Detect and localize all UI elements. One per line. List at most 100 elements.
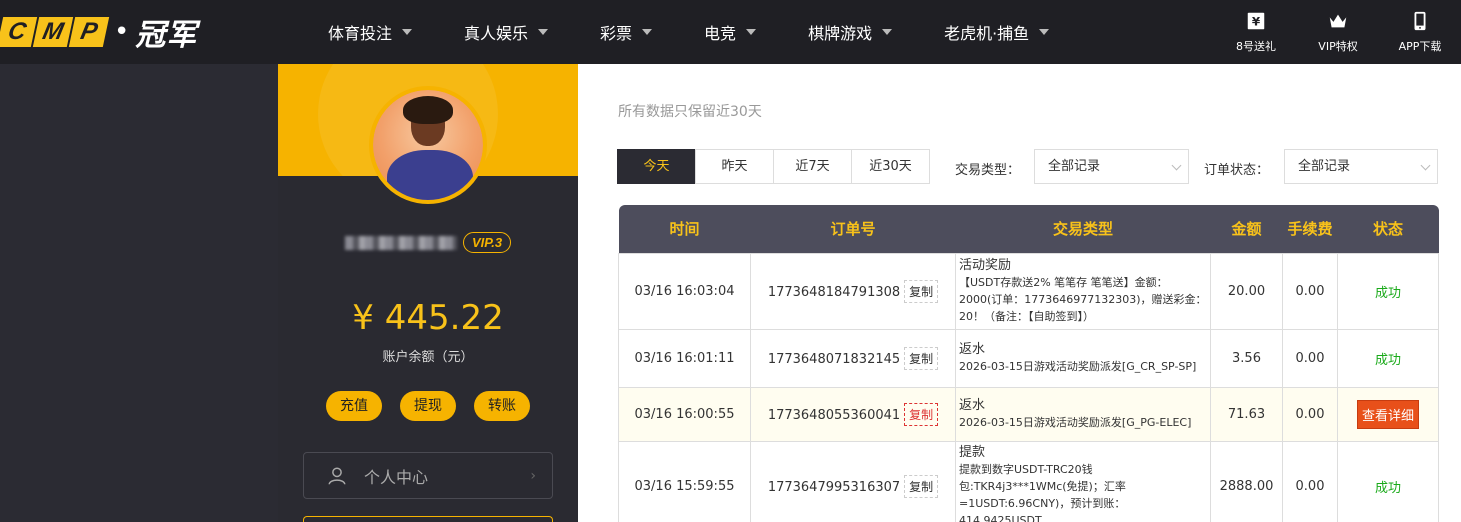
- cell-type: 提款 提款到数字USDT-TRC20钱包:TKR4j3***1WMc(免提)；汇率…: [955, 440, 1211, 522]
- chevron-down-icon: [642, 29, 653, 35]
- status-success: 成功: [1374, 352, 1401, 368]
- col-amount: 金额: [1210, 205, 1283, 253]
- cell-amount: 3.56: [1210, 328, 1283, 388]
- copy-button[interactable]: 复制: [904, 346, 939, 370]
- status-select-value: 全部记录: [1298, 159, 1351, 174]
- menu-personal-center[interactable]: 个人中心 ›: [303, 452, 553, 499]
- logo-letters: C M P: [0, 17, 110, 47]
- type-title: 提款: [959, 444, 986, 460]
- cell-status: 成功: [1337, 328, 1439, 388]
- tab-yesterday[interactable]: 昨天: [695, 149, 774, 184]
- nav-live-casino[interactable]: 真人娱乐: [464, 0, 549, 64]
- user-icon: [328, 466, 346, 485]
- status-select[interactable]: 全部记录: [1284, 149, 1438, 184]
- cell-order: 1773648055360041 复制: [750, 386, 956, 442]
- chevron-down-icon: [746, 29, 757, 35]
- transfer-button[interactable]: 转账: [474, 391, 530, 421]
- col-time: 时间: [618, 205, 751, 253]
- deposit-button[interactable]: 充值: [326, 391, 382, 421]
- crown-icon: [1329, 14, 1347, 28]
- vip-badge[interactable]: VIP.3: [462, 232, 512, 253]
- profile-panel: VIP.3 ¥ 445.22 账户余额（元） 充值 提现 转账 个人中心 ›: [278, 64, 578, 522]
- type-title: 返水: [959, 342, 986, 357]
- view-details-button[interactable]: 查看详细: [1356, 399, 1419, 429]
- col-fee: 手续费: [1282, 205, 1338, 253]
- type-filter-label: 交易类型：: [955, 163, 1021, 178]
- logo-dot: •: [114, 17, 130, 47]
- col-status: 状态: [1337, 205, 1439, 253]
- logo-brand: 冠军: [135, 18, 198, 53]
- balance-amount: ¥ 445.22: [352, 298, 504, 338]
- main-nav: 体育投注 真人娱乐 彩票 电竞 棋牌游戏 老虎机·捕鱼: [328, 0, 1101, 64]
- cell-fee: 0.00: [1282, 252, 1338, 330]
- cell-order: 1773647995316307 复制: [750, 440, 956, 522]
- avatar-image: [373, 90, 483, 200]
- menu-item-next[interactable]: [303, 516, 553, 522]
- table-header-row: 时间 订单号 交易类型 金额 手续费 状态: [618, 205, 1439, 253]
- order-number: 1773648071832145: [767, 351, 901, 367]
- table-row: 03/16 16:03:04 1773648184791308 复制 活动奖励 【U…: [618, 252, 1439, 330]
- left-background: [0, 64, 278, 522]
- chevron-right-icon: ›: [530, 467, 536, 484]
- cell-amount: 71.63: [1210, 386, 1283, 442]
- cell-fee: 0.00: [1282, 328, 1338, 388]
- nav-label: 棋牌游戏: [808, 24, 873, 43]
- cell-fee: 0.00: [1282, 440, 1338, 522]
- gift-label: 8号送礼: [1236, 40, 1276, 53]
- cell-time: 03/16 16:03:04: [618, 252, 751, 330]
- withdraw-button[interactable]: 提现: [400, 391, 456, 421]
- copy-button[interactable]: 复制: [904, 474, 939, 498]
- chevron-down-icon: [1420, 160, 1431, 171]
- avatar[interactable]: [369, 86, 487, 204]
- tab-today[interactable]: 今天: [617, 149, 696, 184]
- svg-text:¥: ¥: [1252, 15, 1261, 29]
- cell-time: 03/16 16:01:11: [618, 328, 751, 388]
- cell-order: 1773648071832145 复制: [750, 328, 956, 388]
- gift-link[interactable]: ¥ 8号送礼: [1215, 0, 1297, 64]
- avatar-part: [387, 150, 473, 200]
- nav-label: 老虎机·捕鱼: [944, 24, 1030, 43]
- copy-button[interactable]: 复制: [904, 279, 939, 303]
- table-row: 03/16 16:00:55 1773648055360041 复制 返水 2026…: [618, 386, 1439, 442]
- nav-label: 彩票: [600, 24, 633, 43]
- type-select[interactable]: 全部记录: [1034, 149, 1189, 184]
- cell-time: 03/16 15:59:55: [618, 440, 751, 522]
- header-actions: ¥ 8号送礼 VIP特权 APP下载: [1215, 0, 1461, 64]
- col-type: 交易类型: [955, 205, 1211, 253]
- cell-status: 成功: [1337, 440, 1439, 522]
- app-download-link[interactable]: APP下载: [1379, 0, 1461, 64]
- type-desc: 2026-03-15日游戏活动奖励派发[G_CR_SP-SP]: [959, 360, 1197, 373]
- chevron-down-icon: [402, 29, 413, 35]
- nav-sports[interactable]: 体育投注: [328, 0, 413, 64]
- balance-label: 账户余额（元）: [382, 350, 474, 365]
- chevron-down-icon: [1039, 29, 1050, 35]
- nav-label: 体育投注: [328, 24, 393, 43]
- cell-amount: 20.00: [1210, 252, 1283, 330]
- app-label: APP下载: [1398, 40, 1442, 53]
- main-content: 所有数据只保留近30天 今天 昨天 近7天 近30天 交易类型： 全部记录 订单…: [578, 64, 1461, 522]
- order-number: 1773648184791308: [767, 284, 901, 300]
- order-number: 1773648055360041: [767, 407, 901, 423]
- type-desc: 【USDT存款送2% 笔笔存 笔笔送】金额：2000(订单：1773646977…: [959, 276, 1207, 323]
- page-subtitle: 所有数据只保留近30天: [618, 104, 762, 120]
- copy-button[interactable]: 复制: [904, 402, 939, 426]
- order-number: 1773647995316307: [767, 479, 901, 495]
- site-logo[interactable]: C M P • 冠军: [0, 14, 197, 53]
- status-filter-label: 订单状态：: [1204, 163, 1270, 178]
- chevron-down-icon: [882, 29, 893, 35]
- nav-esports[interactable]: 电竞: [704, 0, 757, 64]
- top-navbar: C M P • 冠军 体育投注 真人娱乐 彩票 电竞 棋牌游戏 老虎机·捕鱼 ¥…: [0, 0, 1461, 64]
- cell-order: 1773648184791308 复制: [750, 252, 956, 330]
- nav-lottery[interactable]: 彩票: [600, 0, 653, 64]
- cell-time: 03/16 16:00:55: [618, 386, 751, 442]
- tab-7days[interactable]: 近7天: [773, 149, 852, 184]
- vip-link[interactable]: VIP特权: [1297, 0, 1379, 64]
- nav-slots-fishing[interactable]: 老虎机·捕鱼: [944, 0, 1050, 64]
- chevron-down-icon: [1171, 160, 1182, 171]
- nav-card-games[interactable]: 棋牌游戏: [808, 0, 893, 64]
- transactions-table: 时间 订单号 交易类型 金额 手续费 状态 03/16 16:03:04 177…: [618, 205, 1439, 522]
- tab-30days[interactable]: 近30天: [851, 149, 930, 184]
- col-order: 订单号: [750, 205, 956, 253]
- type-desc: 2026-03-15日游戏活动奖励派发[G_PG-ELEC]: [959, 416, 1192, 429]
- type-select-value: 全部记录: [1048, 159, 1101, 174]
